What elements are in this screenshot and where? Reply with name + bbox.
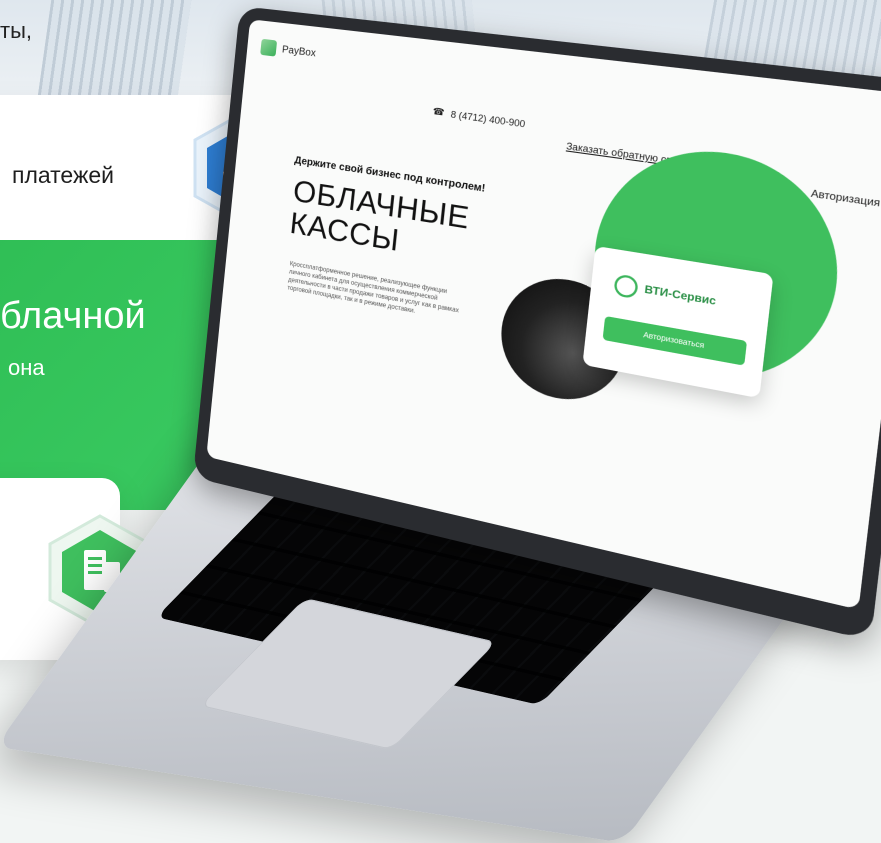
auth-label: Авторизация [810,188,880,209]
feature-sublabel-zone: она [8,355,45,381]
paybox-logo-icon [260,39,277,57]
paybox-logo-text: PayBox [282,44,317,59]
feature-label-payments: платежей [12,162,114,189]
text-fragment-top: ты, [0,18,32,44]
feature-label-cloud: блачной [0,295,146,338]
vti-brand-name: ВТИ-Сервис [644,283,717,307]
hero-title: ОБЛАЧНЫЕ КАССЫ [288,175,471,269]
phone-icon: ☎ [432,106,445,119]
hero-description: Кроссплатформенное решение, реализующее … [287,260,463,324]
phone-contact[interactable]: ☎ 8 (4712) 400-900 [432,106,526,130]
login-button[interactable]: Авторизоваться [603,316,747,366]
paybox-logo[interactable]: PayBox [260,39,316,62]
vti-brand: ВТИ-Сервис [613,274,717,313]
phone-number: 8 (4712) 400-900 [450,109,526,129]
vti-logo-icon [613,274,639,300]
